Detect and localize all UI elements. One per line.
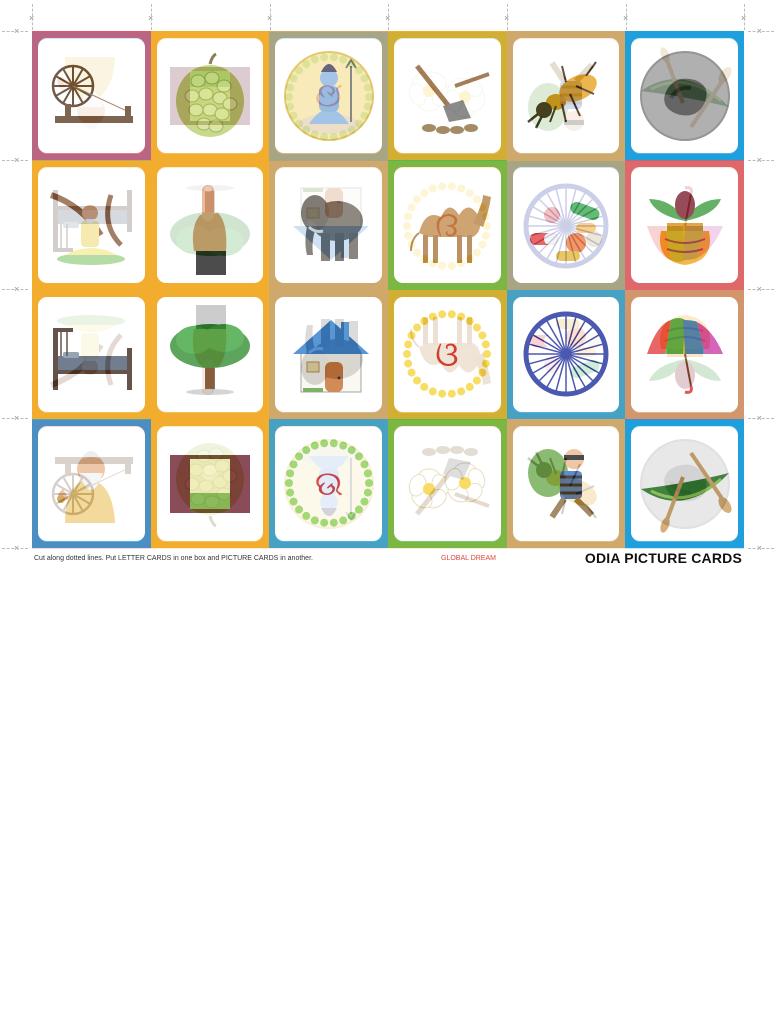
- plough-icon: [397, 46, 497, 146]
- picture-card: ଉ: [275, 425, 382, 541]
- reflection-fade: [0, 580, 776, 1035]
- thief-icon: [516, 433, 616, 533]
- picture-card: [512, 425, 620, 541]
- cut-line: [748, 418, 774, 419]
- picture-card: [38, 425, 145, 541]
- ashoka-chakra-icon: [516, 304, 616, 404]
- picture-card-frame: [150, 289, 270, 419]
- termite-icon: [516, 46, 616, 146]
- cut-line: [748, 31, 774, 32]
- spinning-wheel-icon: [41, 46, 141, 146]
- pointing-finger-icon: [160, 175, 260, 275]
- picture-card: [631, 425, 738, 541]
- bed-icon: [41, 304, 141, 404]
- picture-card-frame: [150, 418, 270, 548]
- cut-line: [748, 289, 774, 290]
- medicine-pills-icon: [516, 175, 616, 275]
- picture-card-frame: [32, 31, 151, 161]
- rishi-sage-icon: [41, 433, 141, 533]
- picture-card: [275, 167, 382, 283]
- kalash-pot-icon: [635, 175, 735, 275]
- picture-card-frame: [269, 289, 388, 419]
- picture-card-frame: [150, 31, 270, 161]
- picture-card: [156, 38, 264, 154]
- house-icon: [279, 304, 379, 404]
- picture-card-frame: [506, 31, 626, 161]
- picture-card-frame: [269, 31, 388, 161]
- cut-line: [2, 160, 28, 161]
- picture-card-frame: [506, 160, 626, 290]
- picture-card: [393, 167, 501, 283]
- cut-line: [2, 418, 28, 419]
- window-icon: [160, 433, 260, 533]
- cut-line: [2, 548, 28, 549]
- picture-card: [38, 167, 145, 283]
- brand-label: GLOBAL DREAM: [441, 555, 496, 562]
- picture-card: ଓ: [393, 296, 501, 412]
- svg-text:ଓ: ଓ: [436, 335, 459, 375]
- instructions-text: Cut along dotted lines. Put LETTER CARDS…: [34, 555, 313, 562]
- cut-line: [626, 4, 627, 30]
- meditating-sage-icon: [41, 175, 141, 275]
- picture-card: [275, 38, 382, 154]
- picture-card: [512, 296, 620, 412]
- lord-shiva-icon: [279, 46, 379, 146]
- picture-card-sheet: ଓଉ × × × × × × × × × × × × × × × × × Cut along dotted li…: [0, 0, 776, 580]
- picture-card-frame: [625, 160, 744, 290]
- sheet-title: ODIA PICTURE CARDS: [584, 550, 742, 566]
- picture-card: [393, 38, 501, 154]
- cut-line: [32, 4, 33, 30]
- svg-text:ଉ: ଉ: [314, 464, 342, 504]
- picture-card-frame: ଓ: [387, 289, 507, 419]
- picture-card-frame: [506, 418, 626, 548]
- flowers-icon: [397, 433, 497, 533]
- cut-line: [388, 4, 389, 30]
- tree-icon: [160, 304, 260, 404]
- picture-card: [631, 296, 738, 412]
- picture-card-frame: [32, 160, 151, 290]
- picture-card: [631, 38, 738, 154]
- boat-icon: [635, 433, 735, 534]
- picture-card-frame: [32, 289, 151, 419]
- picture-card: [156, 296, 264, 412]
- picture-card: [512, 38, 620, 154]
- picture-card: [38, 38, 145, 154]
- picture-card: [156, 425, 264, 541]
- umbrella-icon: [635, 304, 735, 404]
- picture-card: [393, 425, 501, 541]
- cut-line: [2, 31, 28, 32]
- card-grid: ଓଉ: [32, 31, 744, 548]
- picture-card: [275, 296, 382, 412]
- picture-card-frame: [387, 418, 507, 548]
- picture-card: [156, 167, 264, 283]
- odia-letter-u-icon: ଉ: [279, 433, 379, 533]
- picture-card-frame: [625, 289, 744, 419]
- picture-card-frame: [506, 289, 626, 419]
- camel-icon: [397, 175, 497, 275]
- cut-line: [2, 289, 28, 290]
- picture-card-frame: [625, 418, 744, 548]
- picture-card-frame: [387, 31, 507, 161]
- odia-letter-o-icon: ଓ: [397, 304, 497, 404]
- picture-card-frame: [269, 160, 388, 290]
- picture-card: [512, 167, 620, 283]
- cut-line: [151, 4, 152, 30]
- elephant-icon: [279, 175, 379, 275]
- cut-line: [748, 160, 774, 161]
- cut-line: [744, 4, 745, 30]
- picture-card-frame: [625, 31, 744, 161]
- picture-card-frame: [387, 160, 507, 290]
- picture-card: [38, 296, 145, 412]
- cut-line: [748, 548, 774, 549]
- picture-card-frame: ଉ: [269, 418, 388, 548]
- cut-line: [270, 4, 271, 30]
- picture-card-frame: [150, 160, 270, 290]
- picture-card: [631, 167, 738, 283]
- cut-line: [507, 4, 508, 30]
- custard-apple-icon: [160, 46, 260, 146]
- picture-card-frame: [32, 418, 151, 548]
- pit-hole-icon: [635, 46, 735, 146]
